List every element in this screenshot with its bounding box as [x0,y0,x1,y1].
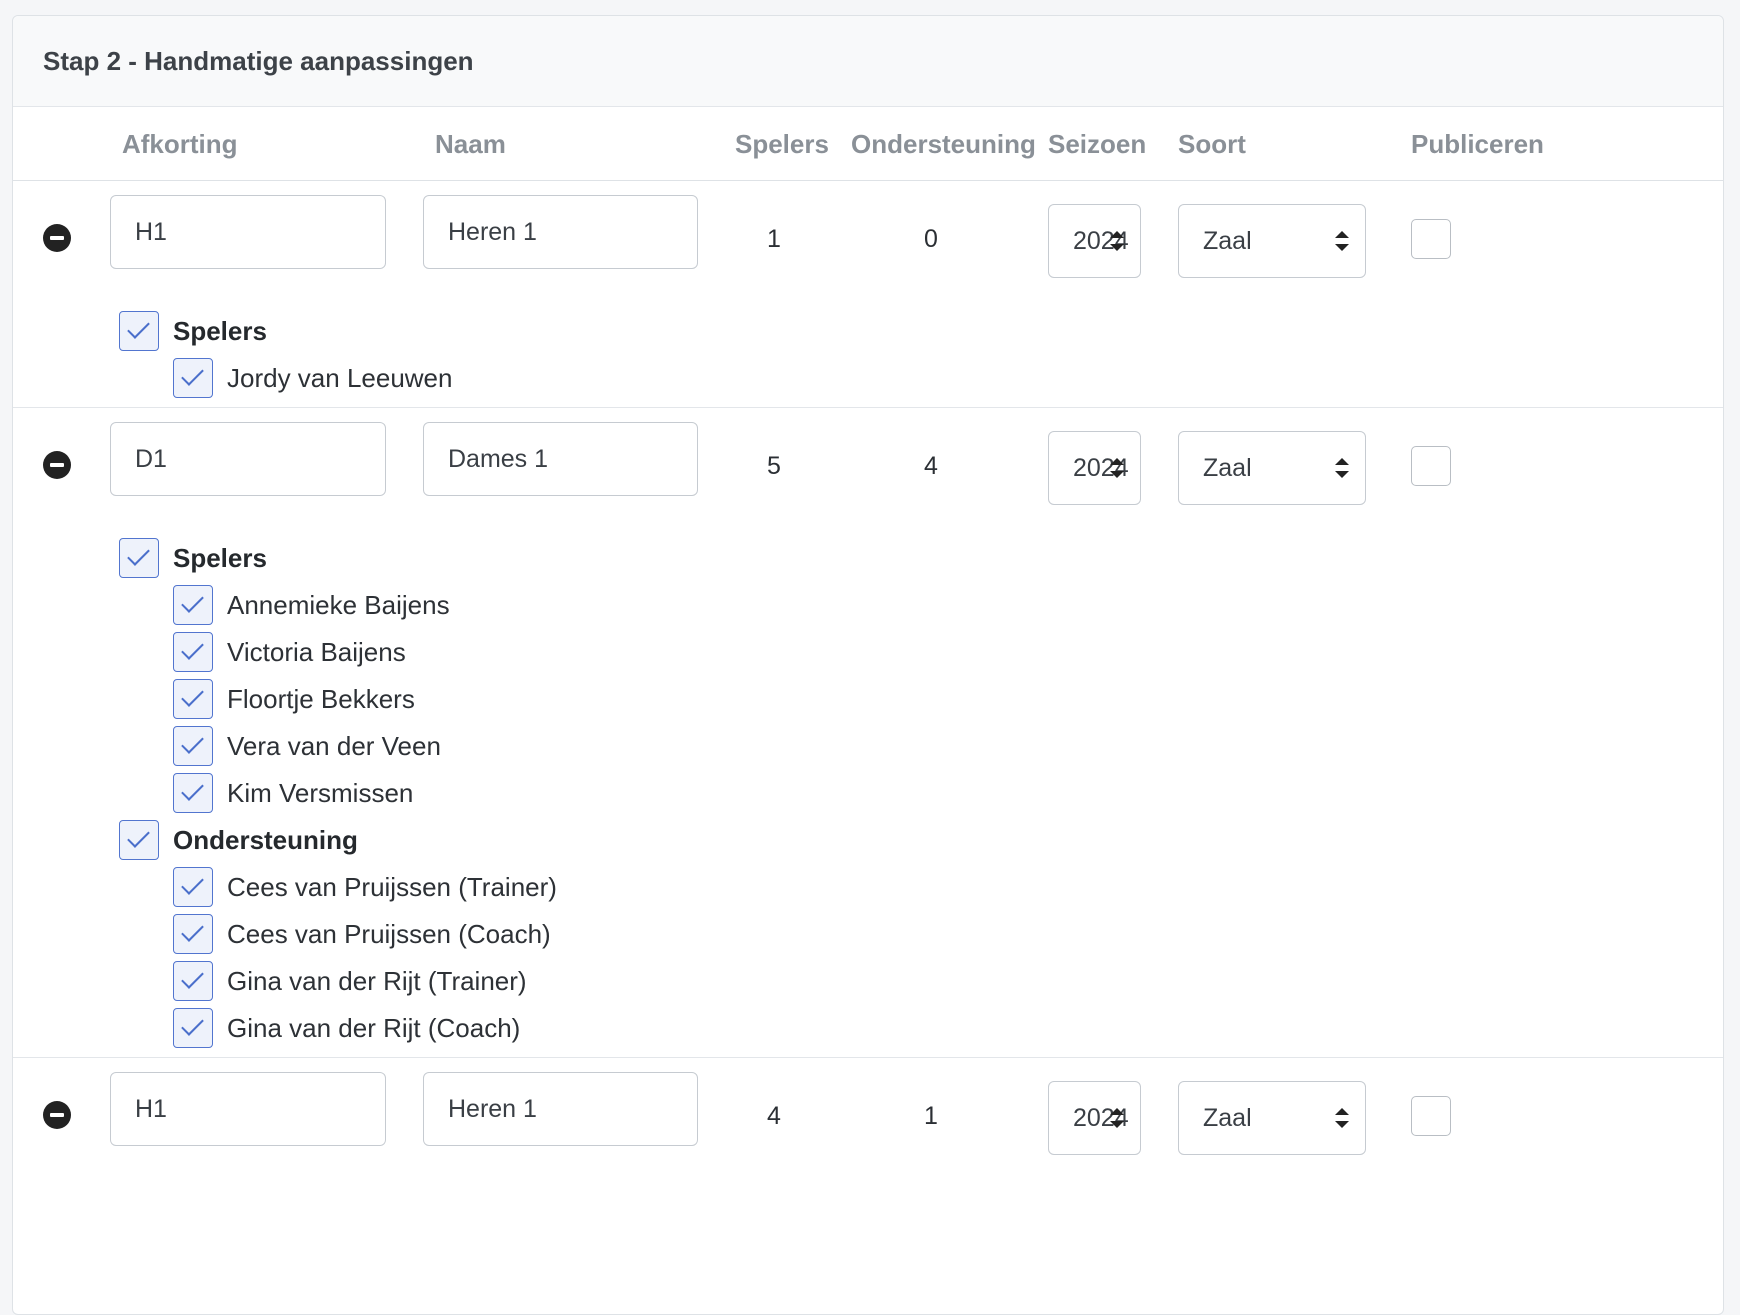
publiceren-checkbox[interactable] [1411,219,1451,259]
seizoen-select[interactable]: 2024 [1048,204,1141,278]
naam-input[interactable] [423,195,698,269]
member-checkbox[interactable] [173,773,213,813]
soort-value: Zaal [1203,226,1252,255]
col-ondersteuning: Ondersteuning [851,129,1036,159]
member-checkbox[interactable] [173,679,213,719]
soort-value: Zaal [1203,453,1252,482]
afkorting-input[interactable] [110,1072,386,1146]
soort-select[interactable]: Zaal [1178,204,1366,278]
team-row: 5 4 2024 Zaal Spelers Annemieke Baijens … [13,408,1723,1058]
member-label: Gina van der Rijt (Coach) [227,1013,521,1043]
member-label: Jordy van Leeuwen [227,363,453,393]
col-spelers: Spelers [735,129,829,159]
select-arrows-icon [1110,458,1124,478]
member-checkbox[interactable] [173,632,213,672]
member-label: Cees van Pruijssen (Coach) [227,919,551,949]
member-label: Vera van der Veen [227,731,441,761]
member-checkbox[interactable] [173,961,213,1001]
seizoen-select[interactable]: 2024 [1048,431,1141,505]
select-arrows-icon [1335,1108,1349,1128]
soort-select[interactable]: Zaal [1178,1081,1366,1155]
member-checkbox[interactable] [173,585,213,625]
member-label: Gina van der Rijt (Trainer) [227,966,527,996]
ondersteuning-count: 4 [924,452,938,480]
publiceren-checkbox[interactable] [1411,446,1451,486]
team-adjustments-card: Stap 2 - Handmatige aanpassingen Afkorti… [12,15,1724,1315]
member-label: Floortje Bekkers [227,684,415,714]
col-publiceren: Publiceren [1411,129,1544,159]
soort-value: Zaal [1203,1103,1252,1132]
select-arrows-icon [1110,231,1124,251]
spelers-count: 5 [767,452,781,480]
select-arrows-icon [1110,1108,1124,1128]
group-label: Spelers [173,316,267,346]
spelers-count: 1 [767,225,781,253]
group-checkbox-spelers[interactable] [119,311,159,351]
group-label: Ondersteuning [173,825,358,855]
card-title: Stap 2 - Handmatige aanpassingen [13,16,1723,107]
member-checkbox[interactable] [173,726,213,766]
naam-input[interactable] [423,1072,698,1146]
col-seizoen: Seizoen [1048,129,1147,159]
remove-team-icon[interactable] [43,224,71,252]
col-afkorting: Afkorting [122,129,238,159]
remove-team-icon[interactable] [43,1101,71,1129]
member-checkbox[interactable] [173,358,213,398]
afkorting-input[interactable] [110,422,386,496]
select-arrows-icon [1335,231,1349,251]
member-checkbox[interactable] [173,867,213,907]
group-checkbox-spelers[interactable] [119,538,159,578]
group-checkbox-ondersteuning[interactable] [119,820,159,860]
col-soort: Soort [1178,129,1246,159]
remove-team-icon[interactable] [43,451,71,479]
member-label: Cees van Pruijssen (Trainer) [227,872,557,902]
select-arrows-icon [1335,458,1349,478]
seizoen-select[interactable]: 2024 [1048,1081,1141,1155]
publiceren-checkbox[interactable] [1411,1096,1451,1136]
team-row: 1 0 2024 Zaal Spelers Jordy van Leeuwen [13,181,1723,408]
ondersteuning-count: 0 [924,225,938,253]
ondersteuning-count: 1 [924,1102,938,1130]
col-naam: Naam [435,129,506,159]
member-label: Victoria Baijens [227,637,406,667]
afkorting-input[interactable] [110,195,386,269]
soort-select[interactable]: Zaal [1178,431,1366,505]
member-checkbox[interactable] [173,1008,213,1048]
group-label: Spelers [173,543,267,573]
team-row: 4 1 2024 Zaal [13,1058,1723,1178]
naam-input[interactable] [423,422,698,496]
member-checkbox[interactable] [173,914,213,954]
member-label: Annemieke Baijens [227,590,450,620]
table-header: Afkorting Naam Spelers Ondersteuning Sei… [13,107,1723,181]
spelers-count: 4 [767,1102,781,1130]
member-label: Kim Versmissen [227,778,414,808]
